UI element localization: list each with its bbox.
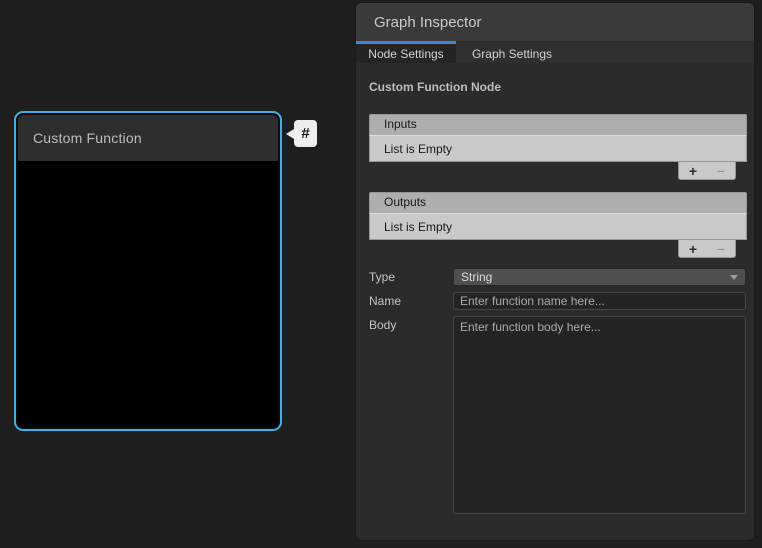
- badge-pointer-icon: [286, 129, 294, 139]
- body-row: Body: [369, 316, 747, 514]
- inspector-content: Custom Function Node Inputs List is Empt…: [356, 63, 754, 540]
- tab-graph-settings[interactable]: Graph Settings: [456, 41, 568, 63]
- graph-inspector-panel: Graph Inspector Node Settings Graph Sett…: [355, 2, 755, 541]
- outputs-list-footer: + −: [369, 240, 747, 258]
- node-frame: Custom Function: [18, 115, 278, 427]
- type-dropdown[interactable]: String: [453, 268, 746, 286]
- node-title: Custom Function: [33, 130, 142, 146]
- outputs-list-header: Outputs: [369, 192, 747, 213]
- function-properties: Type String Name Body: [369, 268, 747, 514]
- function-name-input[interactable]: [453, 292, 746, 310]
- custom-function-node[interactable]: Custom Function: [14, 111, 282, 431]
- node-header[interactable]: Custom Function: [18, 115, 278, 161]
- inputs-add-button[interactable]: +: [685, 164, 701, 178]
- node-body: [18, 161, 278, 427]
- inspector-tabbar: Node Settings Graph Settings: [356, 41, 754, 63]
- outputs-empty-row: List is Empty: [369, 213, 747, 240]
- panel-title: Graph Inspector: [374, 14, 482, 31]
- body-label: Body: [369, 318, 453, 332]
- dropdown-arrow-icon: [730, 275, 738, 280]
- function-body-textarea[interactable]: [453, 316, 746, 514]
- name-row: Name: [369, 292, 747, 310]
- section-title: Custom Function Node: [369, 80, 747, 94]
- inputs-list-header: Inputs: [369, 114, 747, 135]
- outputs-add-button[interactable]: +: [685, 242, 701, 256]
- tab-node-settings[interactable]: Node Settings: [356, 41, 456, 63]
- type-dropdown-value: String: [461, 270, 492, 284]
- outputs-remove-button[interactable]: −: [713, 242, 729, 256]
- type-label: Type: [369, 270, 453, 284]
- type-row: Type String: [369, 268, 747, 286]
- panel-title-bar[interactable]: Graph Inspector: [356, 3, 754, 41]
- inputs-empty-row: List is Empty: [369, 135, 747, 162]
- inputs-list: Inputs List is Empty + −: [369, 114, 747, 180]
- inputs-remove-button[interactable]: −: [713, 164, 729, 178]
- hash-icon[interactable]: #: [294, 120, 317, 147]
- node-hash-badge[interactable]: #: [286, 120, 317, 147]
- outputs-list: Outputs List is Empty + −: [369, 192, 747, 258]
- name-label: Name: [369, 294, 453, 308]
- inputs-list-footer: + −: [369, 162, 747, 180]
